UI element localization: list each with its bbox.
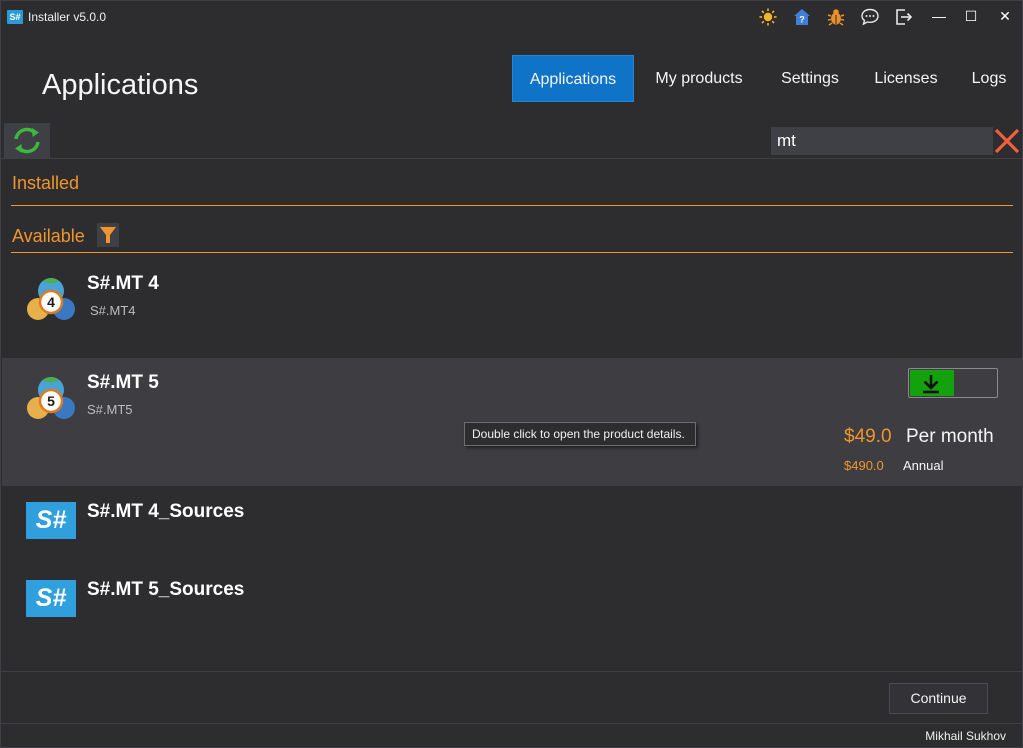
search-input[interactable]: mt <box>771 127 993 155</box>
period-monthly: Per month <box>906 426 994 447</box>
price-annual: $490.0 <box>844 458 884 473</box>
product-subtitle: S#.MT5 <box>87 402 133 417</box>
product-name: S#.MT 4 <box>87 273 159 294</box>
title-bar[interactable]: S# Installer v5.0.0 ? — ☐ ✕ <box>1 1 1022 33</box>
svg-text:?: ? <box>799 15 805 25</box>
price-monthly: $49.0 <box>844 426 892 447</box>
divider <box>1 158 1022 159</box>
section-available-label: Available <box>12 226 85 246</box>
section-divider <box>11 205 1013 206</box>
product-name: S#.MT 5_Sources <box>87 579 245 600</box>
tab-licenses[interactable]: Licenses <box>867 55 945 102</box>
app-logo-icon: S# <box>7 10 23 24</box>
tab-logs[interactable]: Logs <box>963 55 1015 102</box>
maximize-button[interactable]: ☐ <box>959 6 983 26</box>
download-icon <box>923 375 939 394</box>
refresh-button[interactable] <box>4 123 50 158</box>
product-item-mt4[interactable]: 4 S#.MT 4 S#.MT4 <box>2 259 1023 357</box>
logo-badge: 5 <box>47 393 55 409</box>
bug-report-icon[interactable] <box>826 7 846 27</box>
filter-icon <box>100 227 116 243</box>
tab-applications[interactable]: Applications <box>512 55 634 102</box>
clear-x-icon <box>994 128 1020 154</box>
filter-button[interactable] <box>97 223 119 247</box>
theme-sun-icon[interactable] <box>758 7 778 27</box>
product-subtitle: S#.MT4 <box>90 303 136 318</box>
period-annual: Annual <box>903 458 944 473</box>
continue-button[interactable]: Continue <box>889 683 988 714</box>
clear-search-button[interactable] <box>991 125 1023 157</box>
status-divider <box>1 723 1022 724</box>
help-home-icon[interactable]: ? <box>792 7 812 27</box>
download-toggle[interactable] <box>908 368 998 398</box>
window-title: Installer v5.0.0 <box>28 10 107 24</box>
metatrader-5-icon: 5 <box>25 372 77 424</box>
minimize-button[interactable]: — <box>927 6 951 26</box>
product-item-mt5-sources[interactable]: S# S#.MT 5_Sources <box>2 565 1023 643</box>
refresh-icon <box>14 127 40 154</box>
product-name: S#.MT 4_Sources <box>87 501 245 522</box>
close-window-button[interactable]: ✕ <box>993 6 1017 26</box>
page-title: Applications <box>42 69 199 101</box>
metatrader-4-icon: 4 <box>25 273 77 325</box>
logout-icon[interactable] <box>894 7 914 27</box>
installer-window: S# Installer v5.0.0 ? — ☐ ✕ Applications… <box>0 0 1023 748</box>
product-item-mt4-sources[interactable]: S# S#.MT 4_Sources <box>2 487 1023 565</box>
section-installed-label: Installed <box>12 173 80 193</box>
tab-settings[interactable]: Settings <box>771 55 849 102</box>
stocksharp-icon: S# <box>26 580 76 617</box>
tooltip: Double click to open the product details… <box>464 422 696 446</box>
logo-badge: 4 <box>47 294 55 310</box>
stocksharp-icon: S# <box>26 502 76 539</box>
user-name: Mikhail Sukhov <box>925 729 1006 743</box>
product-name: S#.MT 5 <box>87 372 159 393</box>
section-divider <box>11 252 1013 253</box>
chat-icon[interactable] <box>860 7 880 27</box>
footer-divider <box>1 671 1022 672</box>
tab-my-products[interactable]: My products <box>646 55 752 102</box>
